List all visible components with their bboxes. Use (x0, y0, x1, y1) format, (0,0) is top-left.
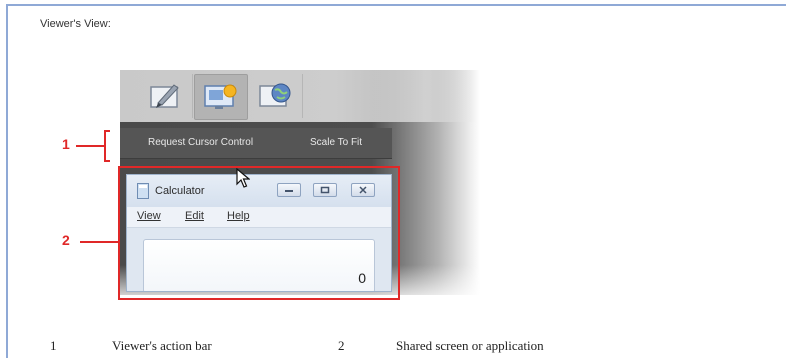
shared-screen-highlight (118, 166, 400, 300)
legend-text-2: Shared screen or application (396, 338, 544, 353)
legend-text-1: Viewer's action bar (112, 338, 212, 353)
share-screen-button[interactable] (194, 74, 248, 120)
callout-2-label: 2 (62, 232, 70, 248)
viewer-toolbar (120, 70, 480, 122)
annotate-button[interactable] (140, 74, 193, 118)
web-browser-icon (259, 83, 291, 107)
callout-1-bracket (104, 130, 110, 162)
callout-2-line (80, 241, 118, 243)
callout-1-label: 1 (62, 136, 70, 152)
legend-number-1: 1 (50, 338, 57, 353)
annotate-icon (150, 84, 179, 108)
callout-1-line (76, 145, 104, 147)
web-browser-button[interactable] (250, 74, 303, 118)
legend-number-2: 2 (338, 338, 345, 353)
caption: Viewer's View: (40, 18, 111, 30)
share-screen-icon (204, 84, 237, 109)
action-bar-highlight (118, 126, 390, 160)
